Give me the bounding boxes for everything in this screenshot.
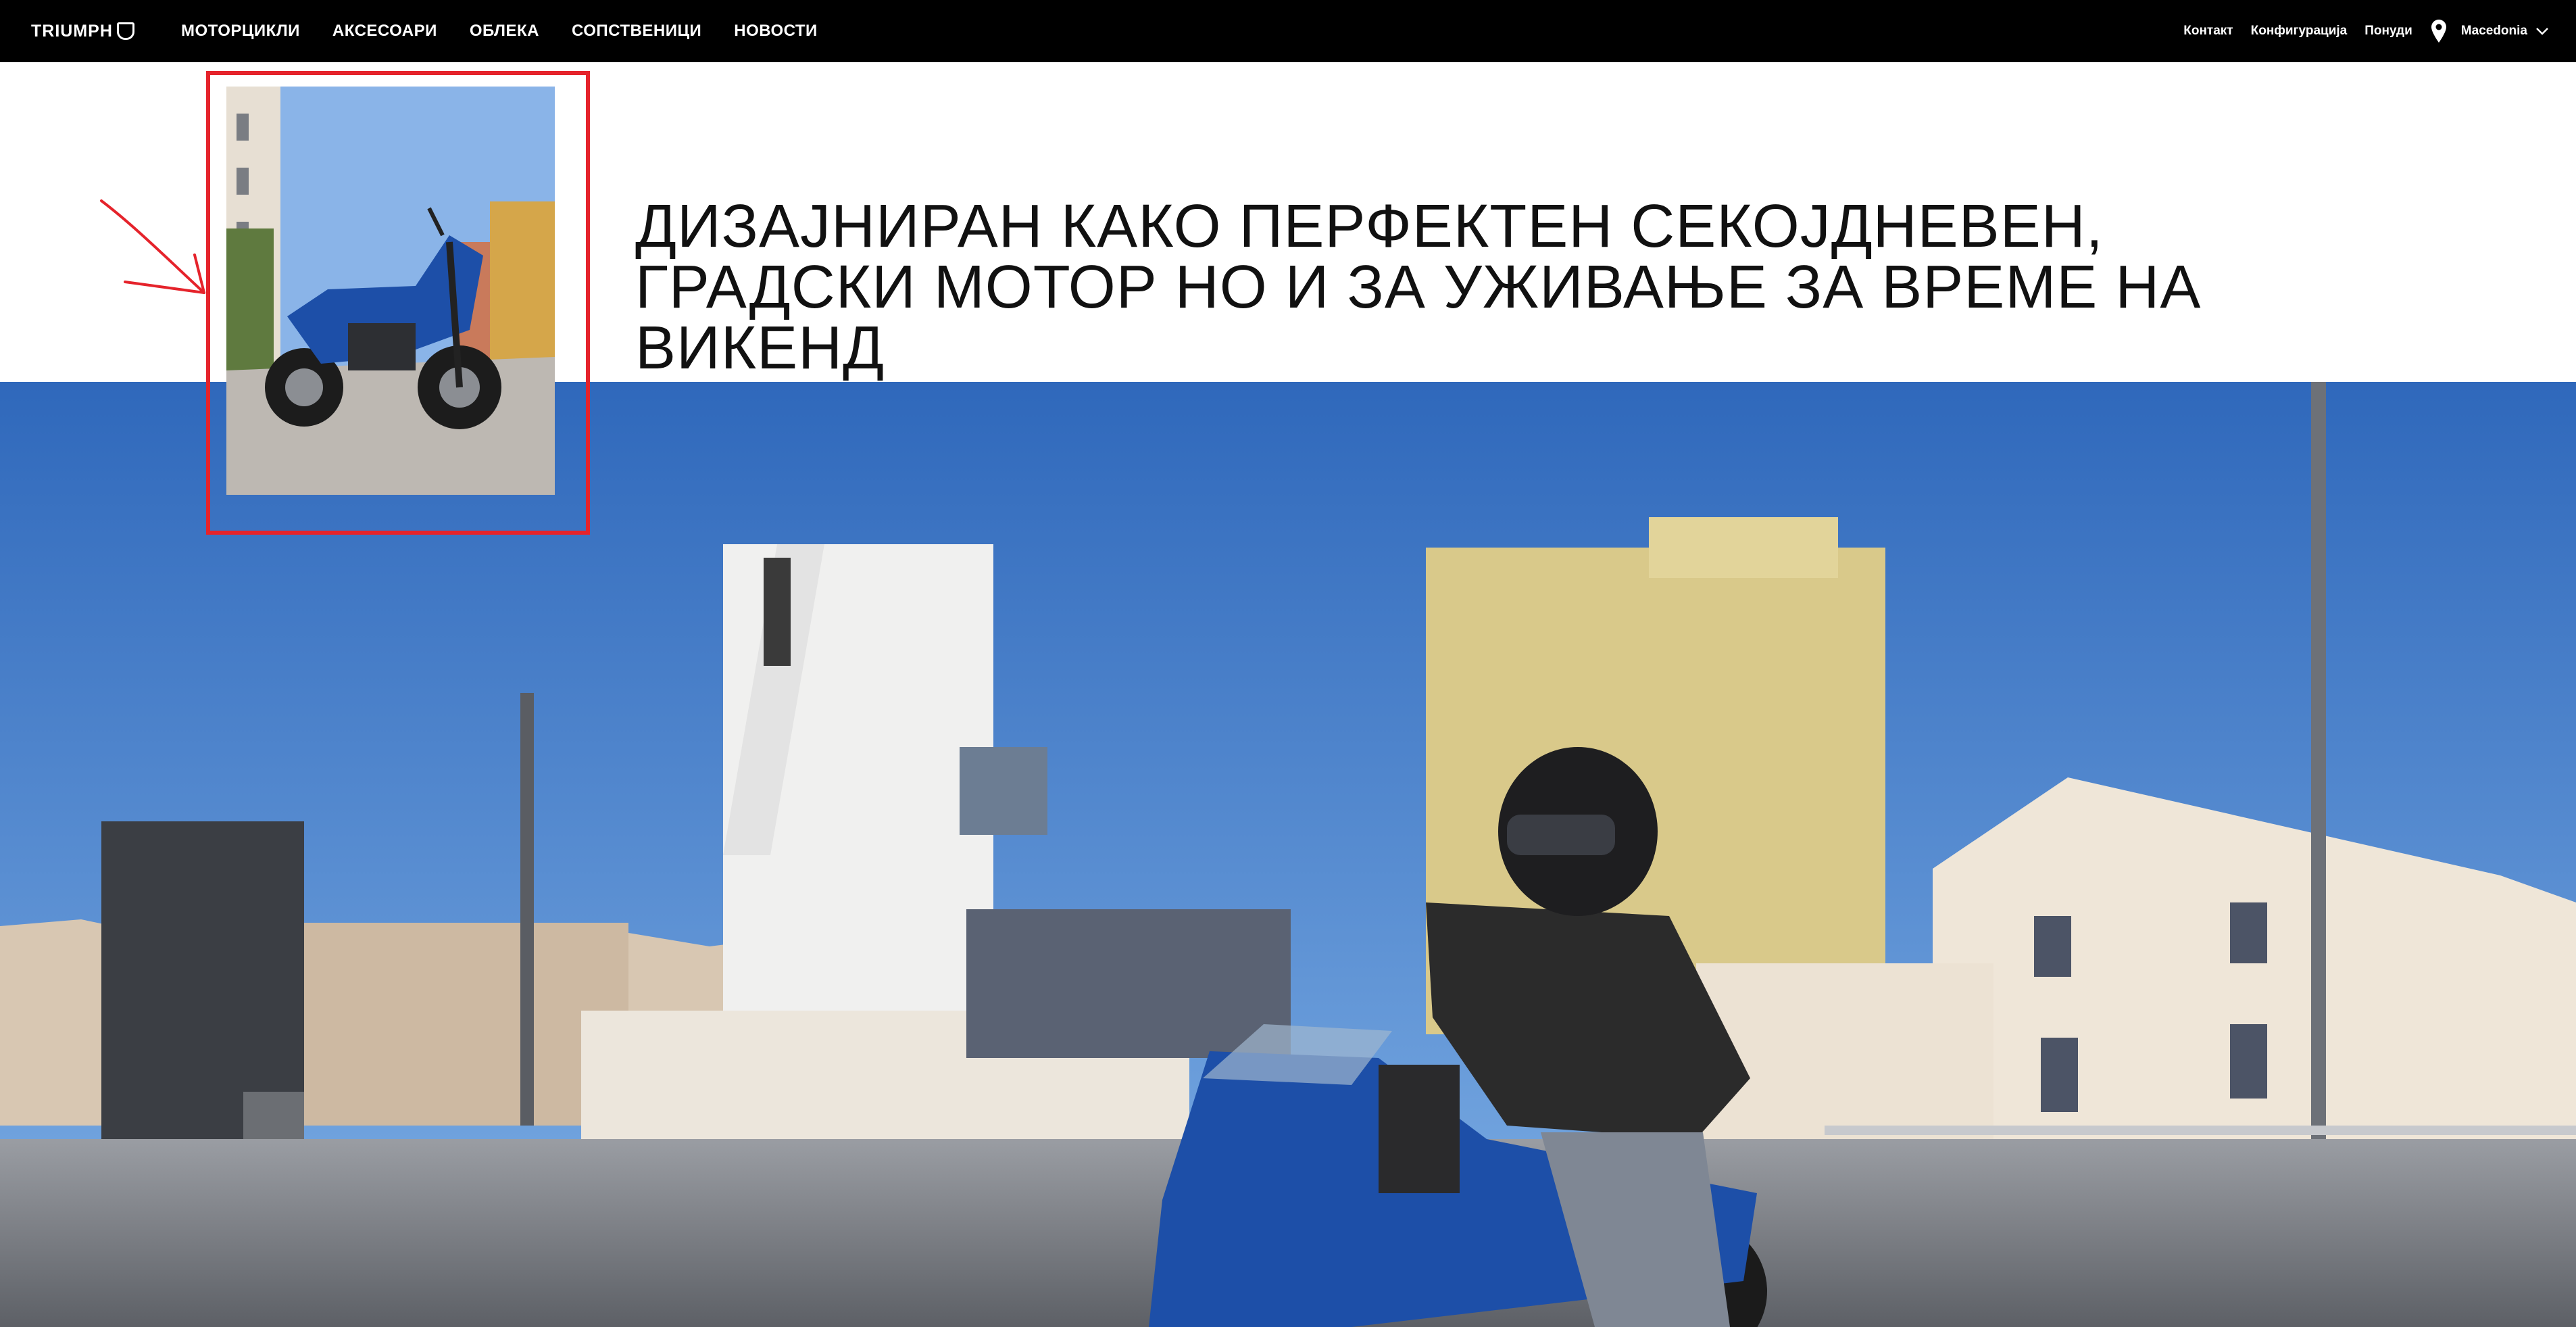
chevron-down-icon — [2536, 28, 2548, 35]
top-navigation-bar: TRIUMPH МОТОРЦИКЛИ АКСЕСОАРИ ОБЛЕКА СОПС… — [0, 0, 2576, 62]
brand-wordmark: TRIUMPH — [31, 21, 113, 41]
nav-item-owners[interactable]: СОПСТВЕНИЦИ — [572, 22, 701, 41]
triumph-logo[interactable]: TRIUMPH — [31, 18, 134, 45]
motorcycle-thumbnail-image[interactable] — [226, 87, 555, 495]
headline-line-1: ДИЗАЈНИРАН КАКО ПЕРФЕКТЕН СЕКОЈДНЕВЕН, — [635, 193, 2104, 260]
region-label: Macedonia — [2460, 24, 2527, 38]
headline-line-2: ГРАДСКИ МОТОР НО И ЗА УЖИВАЊЕ ЗА ВРЕМЕ Н… — [635, 254, 2202, 321]
annotation-arrow-icon — [100, 199, 205, 294]
main-menu: МОТОРЦИКЛИ АКСЕСОАРИ ОБЛЕКА СОПСТВЕНИЦИ … — [181, 0, 850, 62]
region-selector[interactable]: Macedonia — [2431, 20, 2549, 43]
nav-link-offers[interactable]: Понуди — [2364, 24, 2412, 39]
nav-link-contact[interactable]: Контакт — [2183, 24, 2233, 39]
page-headline: ДИЗАЈНИРАН КАКО ПЕРФЕКТЕН СЕКОЈДНЕВЕН, Г… — [635, 196, 2325, 379]
map-pin-icon — [2431, 20, 2446, 43]
nav-item-clothing[interactable]: ОБЛЕКА — [470, 22, 539, 41]
nav-item-motorcycles[interactable]: МОТОРЦИКЛИ — [181, 22, 300, 41]
nav-item-accessories[interactable]: АКСЕСОАРИ — [332, 22, 437, 41]
nav-link-configurator[interactable]: Конфигурација — [2251, 24, 2348, 39]
utility-menu: Контакт Конфигурација Понуди Macedonia — [2166, 0, 2549, 62]
headline-line-3: ВИКЕНД — [635, 314, 885, 382]
shield-logo-icon — [116, 22, 134, 40]
nav-item-news[interactable]: НОВОСТИ — [734, 22, 818, 41]
